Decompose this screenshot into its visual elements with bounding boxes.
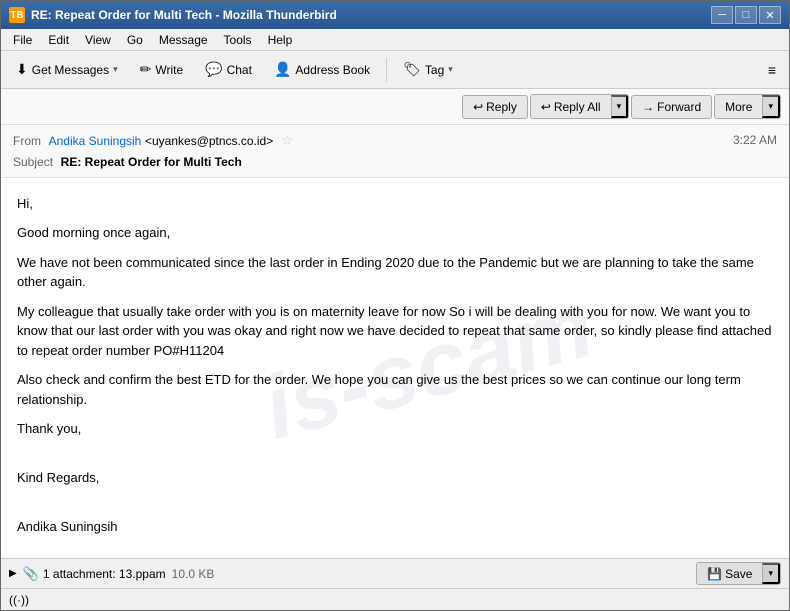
email-para-4: My colleague that usually take order wit… bbox=[17, 302, 773, 361]
menubar: File Edit View Go Message Tools Help bbox=[1, 29, 789, 51]
email-subject: RE: Repeat Order for Multi Tech bbox=[61, 155, 242, 169]
reply-all-split: ↩ Reply All ▾ bbox=[530, 94, 629, 119]
from-label: From bbox=[13, 134, 41, 148]
more-dropdown[interactable]: ▾ bbox=[762, 95, 780, 118]
from-name[interactable]: Andika Suningsih bbox=[49, 134, 142, 148]
window-title: RE: Repeat Order for Multi Tech - Mozill… bbox=[31, 8, 337, 22]
toolbar-separator bbox=[386, 58, 387, 82]
email-para-7: Kind Regards, bbox=[17, 468, 773, 488]
reply-all-button[interactable]: ↩ Reply All bbox=[531, 95, 611, 118]
email-para-6: Thank you, bbox=[17, 419, 773, 439]
menu-go[interactable]: Go bbox=[119, 31, 151, 49]
email-body: is-scam Hi, Good morning once again, We … bbox=[1, 178, 789, 558]
save-button[interactable]: 💾 Save bbox=[697, 563, 762, 584]
save-dropdown[interactable]: ▾ bbox=[762, 563, 780, 584]
menu-view[interactable]: View bbox=[77, 31, 119, 49]
from-email: <uyankes@ptncs.co.id> bbox=[145, 134, 273, 148]
hamburger-button[interactable]: ≡ bbox=[761, 56, 783, 84]
subject-row: Subject RE: Repeat Order for Multi Tech bbox=[13, 152, 777, 173]
menu-edit[interactable]: Edit bbox=[40, 31, 77, 49]
actionbar: ↩ Reply ↩ Reply All ▾ → Forward More ▾ bbox=[1, 89, 789, 125]
email-header: From Andika Suningsih <uyankes@ptncs.co.… bbox=[1, 125, 789, 178]
address-book-icon: 👤 bbox=[274, 61, 291, 78]
star-icon[interactable]: ☆ bbox=[281, 132, 294, 148]
email-para-5: Also check and confirm the best ETD for … bbox=[17, 370, 773, 409]
minimize-button[interactable]: ─ bbox=[711, 6, 733, 24]
more-button[interactable]: More bbox=[715, 95, 762, 118]
titlebar-controls: ─ □ ✕ bbox=[711, 6, 781, 24]
forward-button[interactable]: → Forward bbox=[631, 95, 712, 119]
statusbar: ((·)) bbox=[1, 588, 789, 610]
chat-icon: 💬 bbox=[205, 61, 222, 78]
menu-file[interactable]: File bbox=[5, 31, 40, 49]
tag-dropdown-icon: ▾ bbox=[448, 64, 453, 75]
attachment-text: 1 attachment: 13.ppam bbox=[43, 567, 166, 581]
chat-button[interactable]: 💬 Chat bbox=[196, 57, 261, 82]
write-button[interactable]: ✏ Write bbox=[131, 57, 193, 82]
menu-message[interactable]: Message bbox=[151, 31, 216, 49]
more-split: More ▾ bbox=[714, 94, 781, 119]
tag-button[interactable]: 🏷 Tag ▾ bbox=[394, 57, 462, 82]
main-window: TB RE: Repeat Order for Multi Tech - Moz… bbox=[0, 0, 790, 611]
attachment-size: 10.0 KB bbox=[172, 567, 215, 581]
email-para-3: We have not been communicated since the … bbox=[17, 253, 773, 292]
save-split-button: 💾 Save ▾ bbox=[696, 562, 781, 585]
subject-label: Subject bbox=[13, 155, 53, 169]
reply-all-dropdown[interactable]: ▾ bbox=[611, 95, 629, 118]
email-para-2: Good morning once again, bbox=[17, 223, 773, 243]
reply-button[interactable]: ↩ Reply bbox=[462, 95, 528, 119]
email-para-8: Andika Suningsih bbox=[17, 517, 773, 537]
footer: ▶ 📎 1 attachment: 13.ppam 10.0 KB 💾 Save… bbox=[1, 558, 789, 588]
tag-icon: 🏷 bbox=[403, 61, 421, 78]
address-book-button[interactable]: 👤 Address Book bbox=[265, 57, 379, 82]
close-button[interactable]: ✕ bbox=[759, 6, 781, 24]
forward-icon: → bbox=[642, 100, 654, 114]
app-icon: TB bbox=[9, 7, 25, 23]
get-messages-dropdown-icon: ▾ bbox=[113, 64, 118, 75]
from-row: From Andika Suningsih <uyankes@ptncs.co.… bbox=[13, 129, 777, 152]
email-time: 3:22 AM bbox=[733, 131, 777, 150]
menu-tools[interactable]: Tools bbox=[216, 31, 260, 49]
get-messages-button[interactable]: ⬇ Get Messages ▾ bbox=[7, 57, 127, 82]
email-para-1: Hi, bbox=[17, 194, 773, 214]
attachment-icon: 📎 bbox=[23, 566, 39, 582]
wifi-icon: ((·)) bbox=[9, 593, 29, 607]
save-icon: 💾 bbox=[707, 567, 722, 581]
expand-icon[interactable]: ▶ bbox=[9, 568, 17, 579]
email-content: Hi, Good morning once again, We have not… bbox=[17, 194, 773, 558]
titlebar: TB RE: Repeat Order for Multi Tech - Moz… bbox=[1, 1, 789, 29]
write-icon: ✏ bbox=[140, 61, 152, 78]
maximize-button[interactable]: □ bbox=[735, 6, 757, 24]
toolbar: ⬇ Get Messages ▾ ✏ Write 💬 Chat 👤 Addres… bbox=[1, 51, 789, 89]
reply-all-icon: ↩ bbox=[541, 100, 551, 114]
titlebar-left: TB RE: Repeat Order for Multi Tech - Moz… bbox=[9, 7, 337, 23]
reply-icon: ↩ bbox=[473, 100, 483, 114]
menu-help[interactable]: Help bbox=[260, 31, 301, 49]
get-messages-icon: ⬇ bbox=[16, 61, 28, 78]
